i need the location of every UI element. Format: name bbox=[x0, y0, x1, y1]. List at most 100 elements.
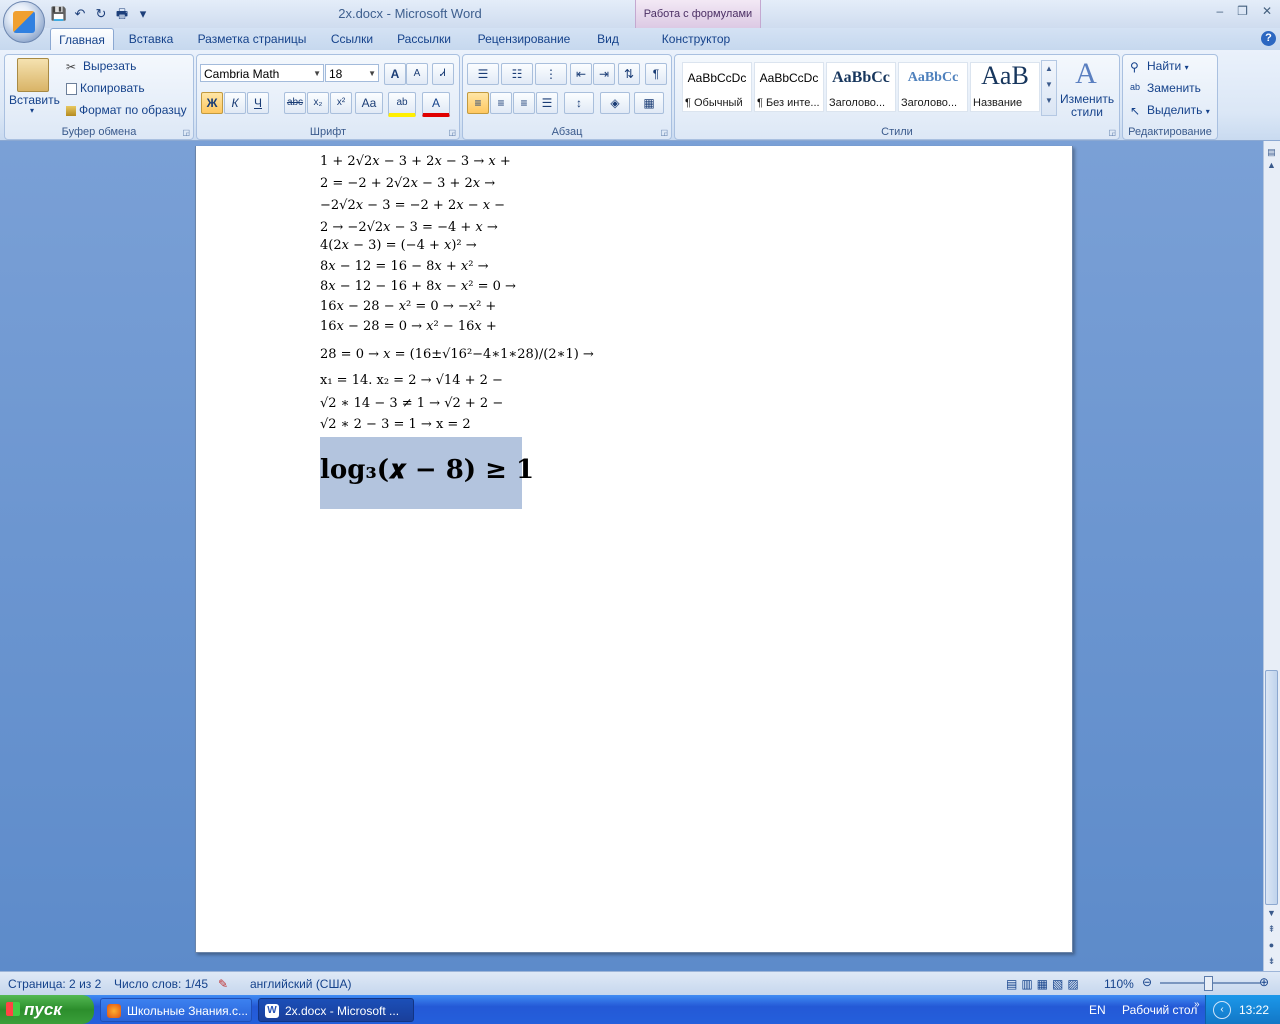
zoom-thumb[interactable] bbox=[1204, 976, 1213, 991]
close-icon[interactable]: ✕ bbox=[1262, 4, 1272, 18]
align-left-icon[interactable]: ≡ bbox=[467, 92, 489, 114]
tab-view[interactable]: Вид bbox=[591, 28, 625, 50]
italic-button[interactable]: К bbox=[224, 92, 246, 114]
clear-format-button[interactable]: Ꮧ bbox=[432, 63, 454, 85]
select-dropdown-icon[interactable]: ▾ bbox=[1206, 107, 1210, 116]
borders-icon[interactable]: ▦ bbox=[634, 92, 664, 114]
minimize-icon[interactable]: – bbox=[1216, 4, 1223, 18]
paste-icon[interactable] bbox=[17, 58, 49, 92]
numbering-icon[interactable]: ☷ bbox=[501, 63, 533, 85]
clock[interactable]: 13:22 bbox=[1239, 1003, 1269, 1017]
strikethrough-button[interactable]: abc bbox=[284, 92, 306, 114]
page-count[interactable]: Страница: 2 из 2 bbox=[8, 977, 101, 991]
math-line[interactable]: 28 = 0 → 𝑥 = (16±√16²−4∗1∗28)/(2∗1) → bbox=[320, 347, 594, 362]
highlight-button[interactable]: ab bbox=[388, 92, 416, 117]
change-styles-icon[interactable]: A bbox=[1070, 58, 1102, 90]
proofing-icon[interactable]: ✎ bbox=[218, 977, 228, 991]
math-line[interactable]: 2 → −2√2𝑥 − 3 = −4 + 𝑥 → bbox=[320, 220, 498, 235]
scroll-down-icon[interactable]: ▼ bbox=[1264, 908, 1279, 918]
paste-button[interactable]: Вставить bbox=[9, 93, 60, 107]
style-no-spacing[interactable]: AaBbCcDc ¶ Без инте... bbox=[754, 62, 824, 112]
change-styles-button[interactable]: Изменить стили bbox=[1060, 93, 1114, 119]
style-heading-2[interactable]: AaBbCc Заголово... bbox=[898, 62, 968, 112]
toolbar-expand-icon[interactable]: » bbox=[1194, 999, 1200, 1010]
shading-icon[interactable]: ◈ bbox=[600, 92, 630, 114]
input-language[interactable]: EN bbox=[1089, 1003, 1106, 1017]
math-line[interactable]: 8𝑥 − 12 − 16 + 8𝑥 − 𝑥² = 0 → bbox=[320, 279, 516, 294]
bold-button[interactable]: Ж bbox=[201, 92, 223, 114]
multilevel-list-icon[interactable]: ⋮ bbox=[535, 63, 567, 85]
font-launcher-icon[interactable]: ◲ bbox=[448, 128, 456, 137]
find-dropdown-icon[interactable]: ▾ bbox=[1185, 63, 1189, 72]
sort-icon[interactable]: ⇅ bbox=[618, 63, 640, 85]
superscript-button[interactable]: x² bbox=[330, 92, 352, 114]
prev-page-icon[interactable]: ⇞ bbox=[1264, 924, 1279, 935]
tab-page-layout[interactable]: Разметка страницы bbox=[193, 28, 311, 50]
taskbar-item-browser[interactable]: Школьные Знания.c... bbox=[100, 998, 252, 1022]
paste-dropdown-icon[interactable]: ▾ bbox=[30, 106, 34, 115]
ruler-toggle-icon[interactable]: ▤ bbox=[1264, 147, 1279, 158]
math-line[interactable]: x₁ = 14. x₂ = 2 → √14 + 2 − bbox=[320, 373, 503, 388]
shrink-font-button[interactable]: A bbox=[406, 63, 428, 85]
tab-mailings[interactable]: Рассылки bbox=[393, 28, 455, 50]
math-line[interactable]: 2 = −2 + 2√2𝑥 − 3 + 2𝑥 → bbox=[320, 176, 495, 191]
font-size-combo[interactable]: 18 ▼ bbox=[325, 64, 379, 82]
zoom-out-icon[interactable]: ⊖ bbox=[1142, 975, 1152, 989]
decrease-indent-icon[interactable]: ⇤ bbox=[570, 63, 592, 85]
tab-review[interactable]: Рецензирование bbox=[472, 28, 576, 50]
math-line[interactable]: 16𝑥 − 28 = 0 → 𝑥² − 16𝑥 + bbox=[320, 319, 497, 334]
language[interactable]: английский (США) bbox=[250, 977, 351, 991]
math-line[interactable]: −2√2𝑥 − 3 = −2 + 2𝑥 − 𝑥 − bbox=[320, 198, 505, 213]
styles-scroll[interactable]: ▲ ▼ ▼ bbox=[1041, 60, 1057, 116]
scroll-thumb[interactable] bbox=[1265, 670, 1278, 905]
styles-more-icon[interactable]: ▼ bbox=[1042, 93, 1056, 109]
tab-references[interactable]: Ссылки bbox=[326, 28, 378, 50]
math-line[interactable]: √2 ∗ 2 − 3 = 1 → x = 2 bbox=[320, 417, 471, 432]
zoom-level[interactable]: 110% bbox=[1104, 977, 1134, 991]
styles-up-icon[interactable]: ▲ bbox=[1042, 61, 1056, 77]
bullets-icon[interactable]: ☰ bbox=[467, 63, 499, 85]
next-page-icon[interactable]: ⇟ bbox=[1264, 956, 1279, 967]
tray-expand-icon[interactable]: ‹ bbox=[1213, 1001, 1231, 1019]
grow-font-button[interactable]: A bbox=[384, 63, 406, 85]
font-color-button[interactable]: A bbox=[422, 92, 450, 117]
font-name-combo[interactable]: Cambria Math ▼ bbox=[200, 64, 324, 82]
styles-down-icon[interactable]: ▼ bbox=[1042, 77, 1056, 93]
align-center-icon[interactable]: ≡ bbox=[490, 92, 512, 114]
scroll-up-icon[interactable]: ▲ bbox=[1264, 160, 1279, 170]
style-normal[interactable]: AaBbCcDc ¶ Обычный bbox=[682, 62, 752, 112]
math-line[interactable]: 8𝑥 − 12 = 16 − 8𝑥 + 𝑥² → bbox=[320, 259, 489, 274]
subscript-button[interactable]: x₂ bbox=[307, 92, 329, 114]
view-buttons-icon[interactable]: ▤▥▦▧▨ bbox=[1006, 977, 1083, 991]
underline-button[interactable]: Ч bbox=[247, 92, 269, 114]
styles-launcher-icon[interactable]: ◲ bbox=[1108, 128, 1116, 137]
tab-insert[interactable]: Вставка bbox=[124, 28, 178, 50]
selected-formula[interactable]: log₃(𝒙 − 8) ≥ 1 bbox=[320, 455, 534, 486]
format-painter-button[interactable]: Формат по образцу bbox=[66, 103, 187, 117]
help-icon[interactable]: ? bbox=[1261, 31, 1276, 46]
tab-design[interactable]: Конструктор bbox=[650, 28, 742, 50]
select-button[interactable]: ↖ Выделить ▾ bbox=[1130, 103, 1210, 118]
math-line[interactable]: 1 + 2√2𝑥 − 3 + 2𝑥 − 3 → 𝑥 + bbox=[320, 154, 511, 169]
font-size-dropdown-icon[interactable]: ▼ bbox=[368, 65, 376, 83]
justify-icon[interactable]: ☰ bbox=[536, 92, 558, 114]
office-button[interactable] bbox=[3, 1, 45, 43]
line-spacing-icon[interactable]: ↕ bbox=[564, 92, 594, 114]
align-right-icon[interactable]: ≡ bbox=[513, 92, 535, 114]
style-title[interactable]: AaB Название bbox=[970, 61, 1040, 112]
copy-button[interactable]: Копировать bbox=[66, 81, 145, 95]
start-button[interactable]: пуск bbox=[0, 995, 94, 1024]
zoom-in-icon[interactable]: ⊕ bbox=[1259, 975, 1269, 989]
math-line[interactable]: √2 ∗ 14 − 3 ≠ 1 → √2 + 2 − bbox=[320, 396, 503, 411]
change-case-button[interactable]: Aa bbox=[355, 92, 383, 114]
increase-indent-icon[interactable]: ⇥ bbox=[593, 63, 615, 85]
taskbar-item-word[interactable]: W 2x.docx - Microsoft ... bbox=[258, 998, 414, 1022]
cut-button[interactable]: ✂ Вырезать bbox=[66, 59, 136, 74]
restore-icon[interactable]: ❐ bbox=[1237, 4, 1248, 18]
math-line[interactable]: 16𝑥 − 28 − 𝑥² = 0 → −𝑥² + bbox=[320, 299, 496, 314]
math-line[interactable]: 4(2𝑥 − 3) = (−4 + 𝑥)² → bbox=[320, 238, 477, 253]
clipboard-launcher-icon[interactable]: ◲ bbox=[182, 128, 190, 137]
tab-home[interactable]: Главная bbox=[50, 28, 114, 51]
show-marks-button[interactable]: ¶ bbox=[645, 63, 667, 85]
paragraph-launcher-icon[interactable]: ◲ bbox=[660, 128, 668, 137]
